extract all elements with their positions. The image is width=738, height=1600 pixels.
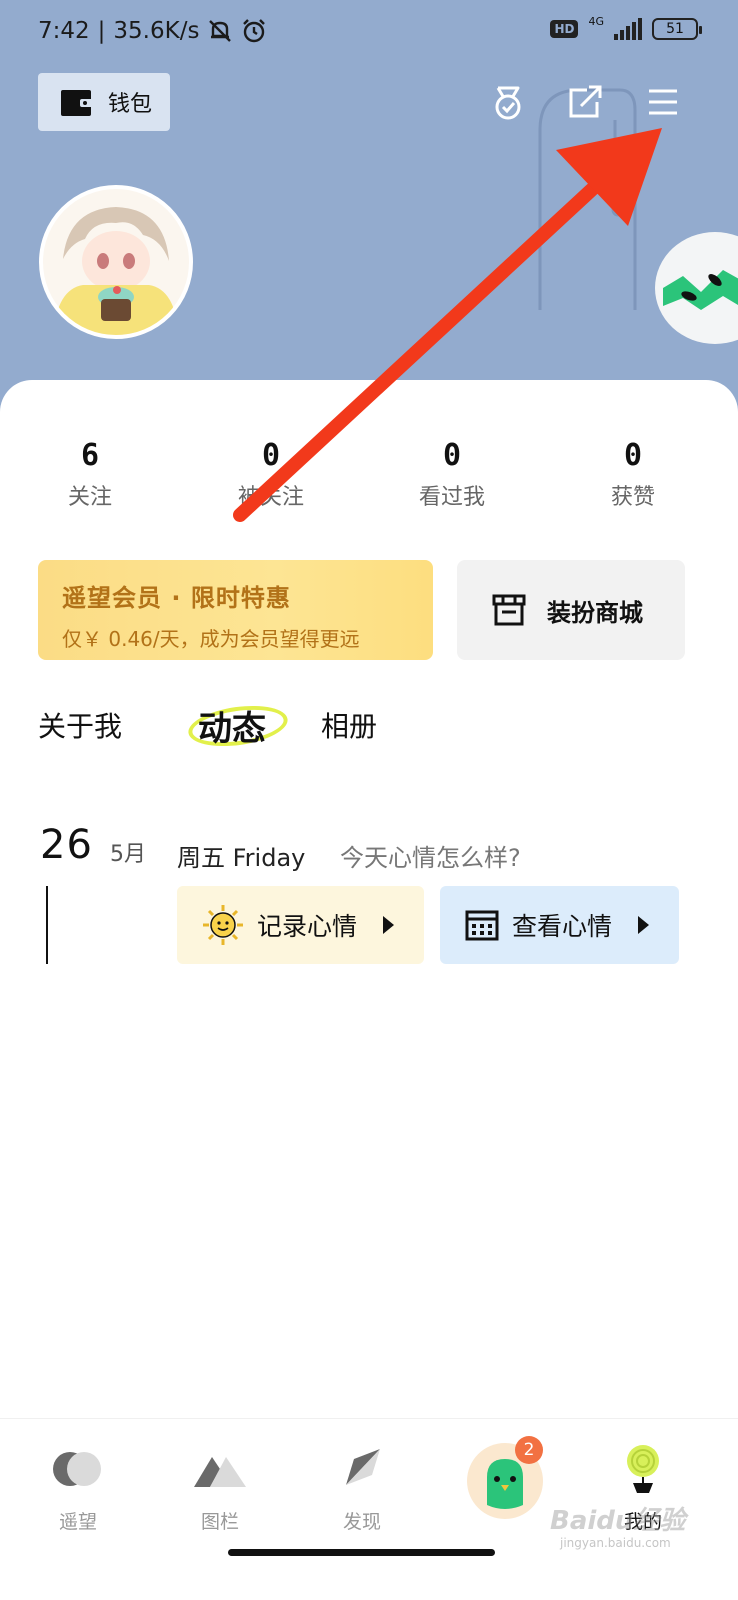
timeline-line bbox=[46, 886, 48, 964]
tab-album[interactable]: 相册 bbox=[321, 705, 377, 745]
moon-circles-icon bbox=[53, 1452, 101, 1486]
stat-likes-label: 获赞 bbox=[610, 485, 655, 510]
share-icon[interactable] bbox=[565, 82, 605, 122]
green-egg-decoration bbox=[655, 232, 738, 344]
status-left: 7:42 | 35.6K/s bbox=[38, 18, 267, 44]
nav-label-tulan: 图栏 bbox=[200, 1511, 239, 1533]
stat-followers[interactable]: 0 被关注 bbox=[211, 438, 331, 511]
stat-following-label: 关注 bbox=[67, 485, 112, 510]
storefront-icon bbox=[492, 594, 526, 626]
signal-icon bbox=[614, 18, 642, 40]
mute-bell-icon bbox=[209, 20, 232, 42]
nav-item-tulan[interactable]: 图栏 bbox=[160, 1419, 280, 1539]
view-mood-label: 查看心情 bbox=[512, 912, 613, 941]
status-right: HD 4G 51 bbox=[550, 14, 702, 40]
stat-followers-label: 被关注 bbox=[237, 485, 304, 510]
stat-likes-count: 0 bbox=[623, 438, 643, 473]
sun-face-icon bbox=[203, 905, 243, 945]
wallet-label: 钱包 bbox=[108, 92, 153, 117]
stat-following-count: 6 bbox=[80, 438, 100, 473]
record-mood-button[interactable]: 记录心情 bbox=[177, 886, 424, 964]
hamburger-menu-icon[interactable] bbox=[643, 82, 683, 122]
status-bar: 7:42 | 35.6K/s HD 4G 51 bbox=[0, 0, 738, 64]
status-speed: 35.6K/s bbox=[113, 18, 200, 44]
stat-visitors-count: 0 bbox=[442, 438, 462, 473]
wallet-icon bbox=[61, 90, 93, 116]
baidu-watermark-url: jingyan.baidu.com bbox=[560, 1536, 671, 1550]
notification-badge: 2 bbox=[515, 1436, 543, 1464]
nav-label-discover: 发现 bbox=[342, 1511, 381, 1533]
mountains-icon bbox=[194, 1457, 246, 1487]
vip-subtitle: 仅￥ 0.46/天，成为会员望得更远 bbox=[62, 627, 360, 651]
stats-row: 6 关注 0 被关注 0 看过我 0 获赞 bbox=[0, 438, 738, 518]
medal-icon[interactable] bbox=[488, 82, 528, 122]
network-type: 4G bbox=[588, 14, 604, 28]
status-separator: | bbox=[97, 18, 106, 44]
nav-item-discover[interactable]: 发现 bbox=[302, 1419, 422, 1539]
alarm-clock-icon bbox=[243, 19, 266, 43]
avatar[interactable] bbox=[39, 185, 193, 339]
nav-label-yaowang: 遥望 bbox=[58, 1511, 97, 1533]
view-mood-button[interactable]: 查看心情 bbox=[440, 886, 679, 964]
calendar-icon bbox=[465, 910, 499, 941]
baidu-watermark: Baidu经验 bbox=[550, 1506, 686, 1536]
mood-question: 今天心情怎么样? bbox=[340, 844, 521, 872]
shop-label: 装扮商城 bbox=[547, 598, 643, 627]
tab-about-me[interactable]: 关于我 bbox=[38, 705, 122, 745]
stat-followers-count: 0 bbox=[261, 438, 281, 473]
paper-plane-icon bbox=[346, 1449, 380, 1485]
lollipop-icon bbox=[627, 1445, 659, 1493]
vip-title: 遥望会员 · 限时特惠 bbox=[62, 584, 291, 612]
tab-moments[interactable]: 动态 bbox=[185, 700, 291, 752]
record-mood-label: 记录心情 bbox=[257, 912, 358, 941]
dress-up-shop-button[interactable]: 装扮商城 bbox=[457, 560, 685, 660]
hd-indicator: HD bbox=[550, 20, 579, 38]
stat-visitors-label: 看过我 bbox=[418, 485, 485, 510]
battery-indicator: 51 bbox=[652, 18, 702, 40]
status-time: 7:42 bbox=[38, 18, 90, 44]
stat-visitors[interactable]: 0 看过我 bbox=[392, 438, 512, 511]
anime-girl-avatar-image bbox=[43, 189, 189, 335]
stat-following[interactable]: 6 关注 bbox=[30, 438, 150, 511]
tab-moments-label: 动态 bbox=[198, 709, 266, 749]
play-arrow-icon bbox=[383, 916, 395, 934]
play-arrow-icon bbox=[638, 916, 650, 934]
vip-promo-banner[interactable]: 遥望会员 · 限时特惠 仅￥ 0.46/天，成为会员望得更远 bbox=[38, 560, 433, 660]
feed-date-day: 26 bbox=[40, 822, 93, 868]
feed-weekday: 周五 Friday bbox=[177, 844, 306, 872]
feed-date-month: 5月 bbox=[110, 842, 146, 867]
stat-likes[interactable]: 0 获赞 bbox=[573, 438, 693, 511]
home-indicator[interactable] bbox=[228, 1549, 495, 1556]
nav-item-yaowang[interactable]: 遥望 bbox=[18, 1419, 138, 1539]
wallet-button[interactable]: 钱包 bbox=[38, 73, 170, 131]
